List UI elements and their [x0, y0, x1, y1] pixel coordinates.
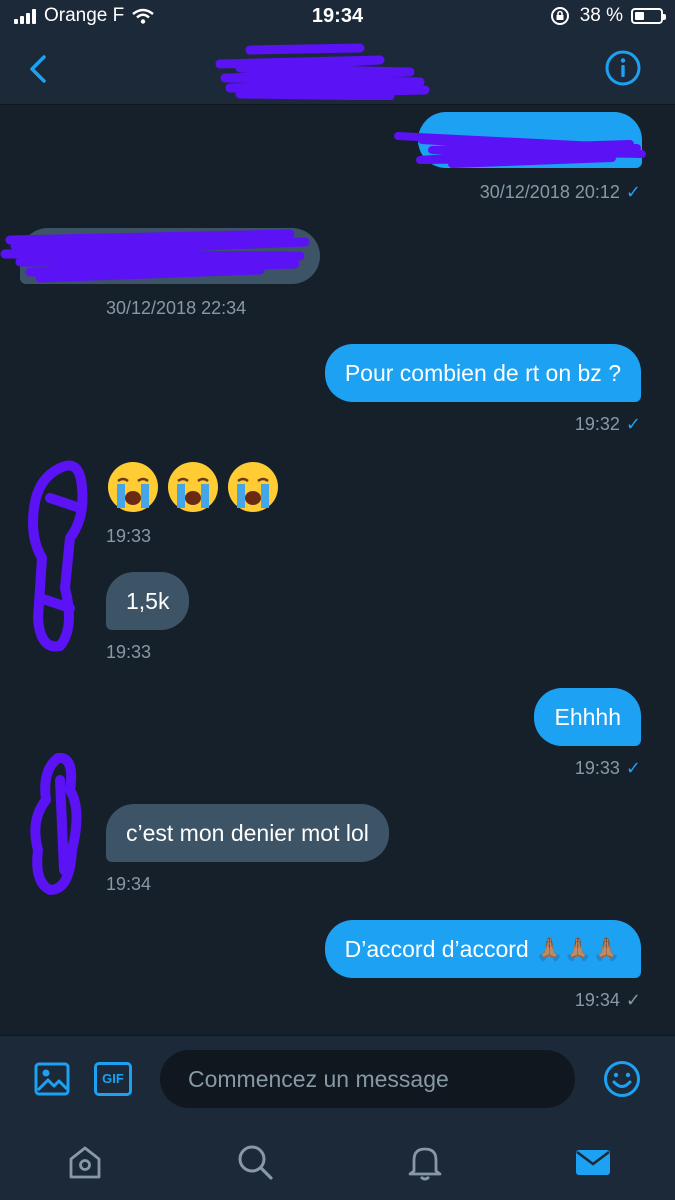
loudly-crying-face-icon: [108, 462, 158, 512]
sent-check-icon: ✓: [625, 990, 641, 1010]
emoji-smiley-icon[interactable]: [603, 1060, 641, 1098]
home-icon[interactable]: [66, 1143, 104, 1181]
message-timestamp: 19:34: [106, 874, 152, 894]
message-text: Pour combien de rt on bz ?: [344, 360, 621, 386]
redacted-message-text: [394, 132, 646, 168]
message-timestamp: 19:33 ✓: [574, 758, 641, 778]
read-check-icon: ✓: [625, 758, 641, 778]
read-check-icon: ✓: [625, 414, 641, 434]
message-timestamp: 19:32 ✓: [574, 414, 641, 434]
message-timestamp: 19:33: [106, 526, 152, 546]
outgoing-message-bubble[interactable]: D’accord d’accord 🙏🏽🙏🏽🙏🏽: [324, 920, 641, 978]
conversation-header: [0, 34, 675, 105]
bottom-tab-bar: [0, 1123, 675, 1200]
outgoing-message-bubble[interactable]: Ehhhh: [534, 688, 641, 746]
message-text: D’accord d’accord 🙏🏽🙏🏽🙏🏽: [344, 936, 621, 962]
rotation-lock-icon: [550, 7, 569, 25]
incoming-emoji-message[interactable]: [106, 460, 286, 514]
message-text: 1,5k: [126, 588, 170, 614]
gif-button[interactable]: GIF: [94, 1062, 132, 1096]
info-icon[interactable]: [605, 50, 641, 86]
read-check-icon: ✓: [625, 182, 641, 202]
message-timestamp: 19:34 ✓: [574, 990, 641, 1010]
chevron-left-icon[interactable]: [22, 52, 56, 86]
loudly-crying-face-icon: [228, 462, 278, 512]
messages-icon[interactable]: [574, 1143, 612, 1181]
incoming-message-bubble[interactable]: c’est mon denier mot lol: [106, 804, 389, 862]
incoming-message-bubble[interactable]: 1,5k: [106, 572, 190, 630]
status-right: 38 %: [550, 5, 666, 27]
message-input[interactable]: [160, 1050, 575, 1108]
battery-level: [635, 12, 644, 20]
message-text: c’est mon denier mot lol: [126, 820, 369, 846]
message-timestamp: 30/12/2018 20:12 ✓: [479, 182, 641, 202]
notifications-icon[interactable]: [406, 1143, 444, 1181]
dm-conversation-screen: Orange F 19:34 38 % 30/12/2018 20:12 ✓ 3…: [0, 0, 675, 1200]
battery-icon: [631, 8, 666, 24]
search-icon[interactable]: [236, 1143, 274, 1181]
status-bar: Orange F 19:34 38 %: [0, 0, 675, 34]
message-timestamp: 19:33: [106, 642, 152, 662]
message-composer: GIF: [0, 1035, 675, 1124]
image-icon[interactable]: [34, 1062, 70, 1096]
redacted-avatar: [28, 460, 88, 652]
outgoing-message-bubble[interactable]: Pour combien de rt on bz ?: [324, 344, 641, 402]
loudly-crying-face-icon: [168, 462, 218, 512]
battery-percent: 38 %: [579, 5, 623, 26]
message-timestamp: 30/12/2018 22:34: [106, 298, 247, 318]
message-text: Ehhhh: [554, 704, 621, 730]
redacted-contact-name: [215, 43, 430, 100]
redacted-message-text: [0, 229, 310, 283]
redacted-avatar: [30, 752, 82, 895]
